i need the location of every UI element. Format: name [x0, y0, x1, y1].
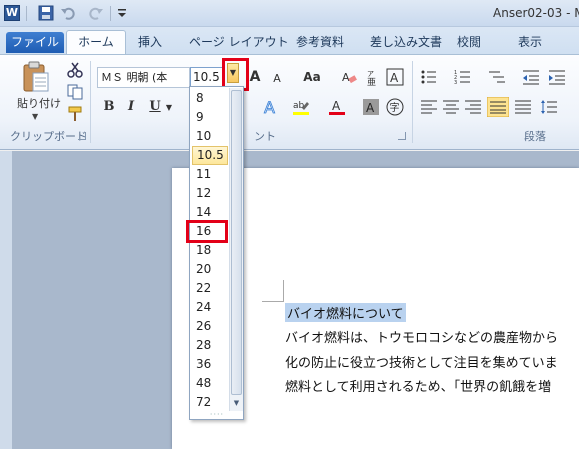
document-heading[interactable]: バイオ燃料について	[285, 303, 406, 322]
chevron-down-icon[interactable]: ▼	[32, 112, 38, 121]
paragraph-group-label: 段落	[524, 130, 546, 143]
align-center-icon[interactable]	[442, 98, 460, 116]
underline-button[interactable]: U	[146, 98, 164, 116]
tab-mailings[interactable]: 差し込み文書	[370, 32, 442, 53]
divider	[90, 61, 91, 143]
size-option[interactable]: 10	[192, 127, 228, 146]
svg-text:字: 字	[390, 101, 400, 114]
svg-text:亜: 亜	[367, 77, 376, 86]
title-bar: W Anser02-03 - M	[0, 0, 579, 27]
tab-insert[interactable]: 挿入	[138, 32, 162, 53]
svg-text:A: A	[332, 99, 341, 113]
phonetic-guide-icon[interactable]: ア 亜	[364, 68, 382, 86]
chevron-down-icon[interactable]	[114, 5, 130, 21]
clipboard-group-label: クリップボード	[10, 130, 87, 143]
highlight-box	[186, 220, 228, 243]
svg-text:A: A	[342, 71, 350, 84]
size-option[interactable]: 12	[192, 184, 228, 203]
window-title: Anser02-03 - M	[493, 6, 579, 20]
size-option[interactable]: 28	[192, 336, 228, 355]
size-option[interactable]: 22	[192, 279, 228, 298]
tab-page-layout[interactable]: ページ レイアウト	[189, 32, 289, 53]
shrink-font-button[interactable]: A	[268, 70, 286, 88]
size-option[interactable]: 36	[192, 355, 228, 374]
character-shading-icon[interactable]: A	[362, 98, 380, 116]
font-group-label: ント	[254, 130, 276, 143]
save-icon[interactable]	[38, 5, 54, 21]
size-list-scrollbar[interactable]: ▼	[229, 88, 243, 411]
cut-icon[interactable]	[66, 61, 84, 79]
svg-text:A: A	[390, 71, 399, 85]
svg-text:ab: ab	[293, 101, 305, 111]
size-option[interactable]: 48	[192, 374, 228, 393]
justify-icon[interactable]	[487, 97, 509, 117]
font-color-icon[interactable]: A	[328, 98, 346, 116]
font-name-combo[interactable]: ＭＳ 明朝 (本	[97, 67, 190, 88]
text-effects-icon[interactable]: A	[262, 98, 280, 116]
tab-view[interactable]: 表示	[518, 32, 542, 53]
size-option[interactable]: 8	[192, 89, 228, 108]
svg-text:A: A	[366, 101, 375, 115]
divider	[412, 61, 413, 143]
decrease-indent-icon[interactable]	[522, 68, 540, 86]
paste-icon[interactable]	[22, 61, 50, 93]
clipboard-launcher-icon[interactable]	[78, 132, 86, 140]
svg-text:A: A	[264, 98, 275, 116]
size-option[interactable]: 9	[192, 108, 228, 127]
format-painter-icon[interactable]	[66, 105, 84, 123]
word-icon[interactable]: W	[4, 5, 20, 21]
distributed-icon[interactable]	[514, 98, 532, 116]
character-border-icon[interactable]: A	[386, 68, 404, 86]
font-size-input[interactable]: 10.5	[190, 67, 225, 88]
scrollbar-thumb[interactable]	[231, 90, 242, 395]
ribbon-tabs: ファイル ホーム 挿入 ページ レイアウト 参考資料 差し込み文書 校閲 表示	[0, 27, 579, 55]
increase-indent-icon[interactable]	[548, 68, 566, 86]
divider	[26, 6, 27, 21]
tab-references[interactable]: 参考資料	[296, 32, 344, 53]
copy-icon[interactable]	[66, 83, 84, 101]
scroll-down-icon[interactable]: ▼	[231, 397, 242, 409]
size-option[interactable]: 18	[192, 241, 228, 260]
line-spacing-icon[interactable]	[540, 98, 558, 116]
document-text-line[interactable]: 燃料として利用されるため、「世界の飢餓を増	[285, 376, 551, 395]
svg-text:3: 3	[454, 80, 457, 86]
margin-corner-mark	[262, 301, 284, 302]
multilevel-list-icon[interactable]	[488, 68, 506, 86]
italic-button[interactable]: I	[122, 98, 140, 116]
document-text-line[interactable]: 化の防止に役立つ技術として注目を集めていま	[285, 352, 558, 371]
margin-corner-mark	[283, 280, 284, 302]
bold-button[interactable]: B	[100, 98, 118, 116]
size-option[interactable]: 20	[192, 260, 228, 279]
clear-formatting-icon[interactable]: A	[340, 68, 358, 86]
resize-grip-icon[interactable]: ····	[208, 411, 226, 419]
change-case-button[interactable]: Aa	[300, 68, 324, 86]
divider	[110, 6, 111, 21]
left-margin-strip	[0, 151, 12, 449]
ribbon: 貼り付け ▼ クリップボード ＭＳ 明朝 (本 10.5 A A Aa A ア …	[0, 54, 579, 150]
bullets-icon[interactable]	[420, 68, 438, 86]
document-text-line[interactable]: バイオ燃料は、トウモロコシなどの農産物から	[285, 327, 558, 346]
size-option[interactable]: 11	[192, 165, 228, 184]
enclose-characters-icon[interactable]: 字	[386, 98, 404, 116]
highlight-icon[interactable]: ab	[292, 98, 310, 116]
svg-text:ア: ア	[367, 70, 374, 78]
tab-file[interactable]: ファイル	[6, 32, 64, 53]
tab-review[interactable]: 校閲	[457, 32, 481, 53]
font-launcher-icon[interactable]	[398, 132, 406, 140]
size-option-selected[interactable]: 10.5	[192, 146, 228, 165]
align-right-icon[interactable]	[464, 98, 482, 116]
size-option[interactable]: 26	[192, 317, 228, 336]
align-left-icon[interactable]	[420, 98, 438, 116]
numbering-icon[interactable]: 1 2 3	[454, 68, 472, 86]
chevron-down-icon[interactable]: ▼	[164, 99, 174, 117]
font-size-list: 8 9 10 10.5 11 12 14 16 18 20 22 24 26 2…	[189, 86, 244, 420]
tab-home[interactable]: ホーム	[66, 30, 126, 55]
undo-icon[interactable]	[60, 5, 76, 21]
redo-icon[interactable]	[88, 5, 104, 21]
paste-button-label[interactable]: 貼り付け	[17, 95, 61, 111]
size-option[interactable]: 24	[192, 298, 228, 317]
